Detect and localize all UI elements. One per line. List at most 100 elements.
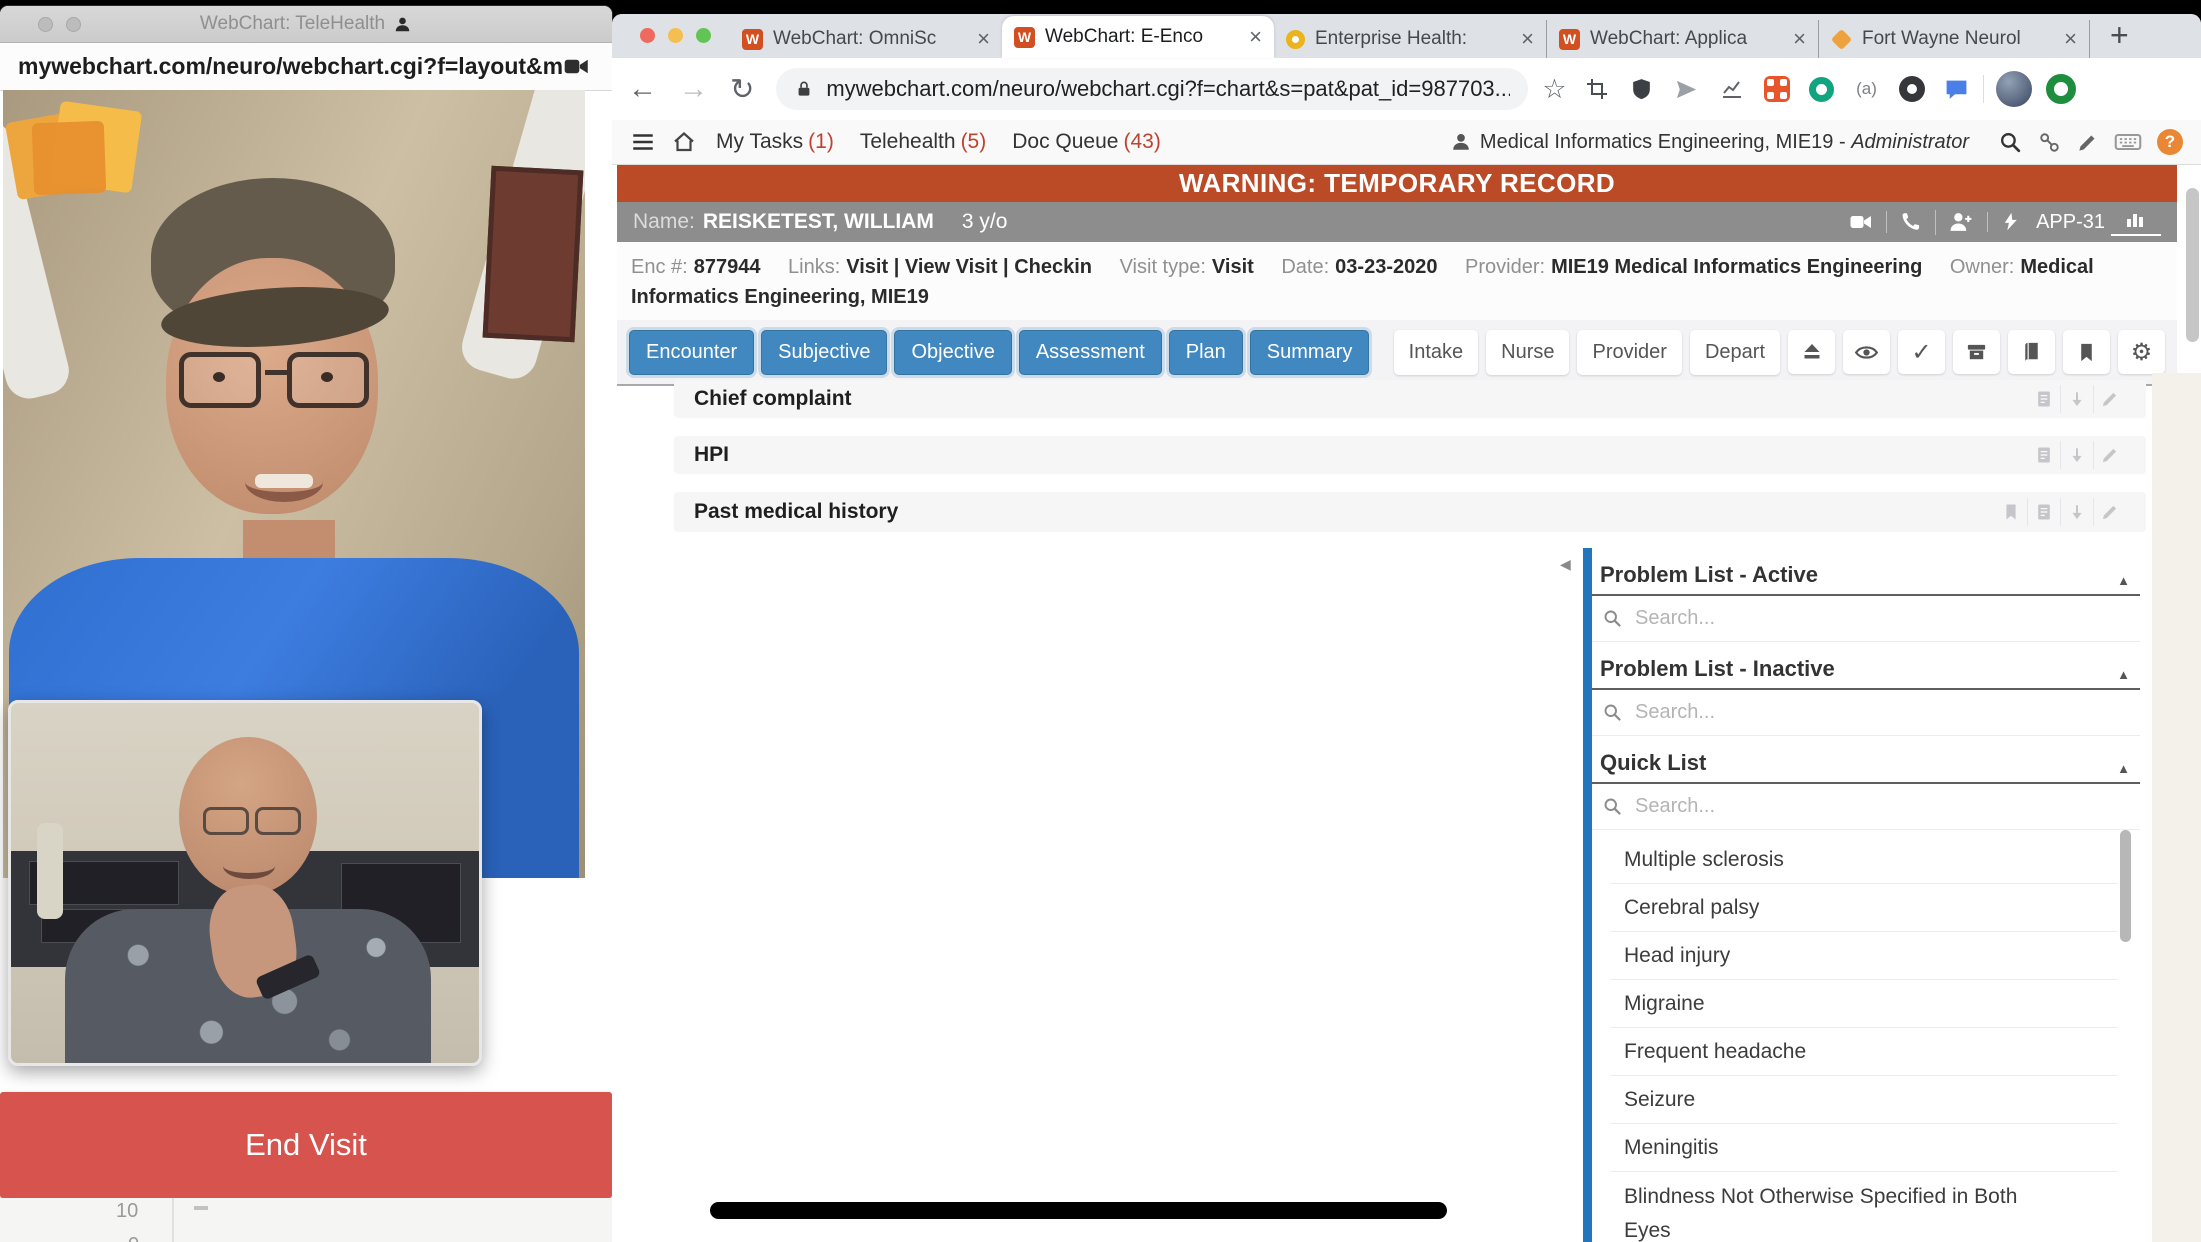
intake-button[interactable]: Intake	[1394, 330, 1478, 375]
chat-extension-icon[interactable]	[1943, 75, 1971, 103]
profile-avatar[interactable]	[1996, 71, 2032, 107]
camera-permission-icon[interactable]	[563, 53, 590, 80]
collapse-up-icon[interactable]: ▲	[2117, 761, 2130, 776]
tab-webchart-omniscope[interactable]: W WebChart: OmniSc ×	[730, 20, 1002, 58]
close-tab-icon[interactable]: ×	[1249, 24, 1262, 50]
parens-extension-icon[interactable]: (a)	[1853, 75, 1881, 103]
search-icon[interactable]	[1998, 130, 2023, 155]
nav-doc-queue[interactable]: Doc Queue(43)	[1012, 130, 1161, 154]
close-tab-icon[interactable]: ×	[2064, 26, 2077, 52]
tab-summary[interactable]: Summary	[1250, 330, 1370, 375]
ring-extension-icon[interactable]	[1808, 75, 1836, 103]
back-button[interactable]: ←	[628, 73, 657, 106]
depart-button[interactable]: Depart	[1690, 330, 1780, 375]
phone-icon[interactable]	[1886, 211, 1935, 233]
lightning-icon[interactable]	[1987, 212, 2034, 232]
close-tab-icon[interactable]: ×	[1793, 26, 1806, 52]
active-search-input[interactable]	[1633, 606, 2130, 631]
tab-plan[interactable]: Plan	[1169, 330, 1243, 375]
close-window-button[interactable]	[640, 28, 655, 43]
green-extension-icon[interactable]	[2046, 74, 2076, 104]
shield-extension-icon[interactable]	[1628, 75, 1656, 103]
tab-subjective[interactable]: Subjective	[761, 330, 887, 375]
end-visit-button[interactable]: End Visit	[0, 1092, 612, 1198]
grid-extension-icon[interactable]	[1763, 75, 1791, 103]
section-past-medical-history[interactable]: Past medical history	[674, 492, 2146, 532]
screenshot-extension-icon[interactable]	[1583, 75, 1611, 103]
minimize-window-button[interactable]	[668, 28, 683, 43]
group-problem-list-inactive[interactable]: Problem List - Inactive ▲	[1592, 642, 2140, 690]
dark-circle-extension-icon[interactable]	[1898, 75, 1926, 103]
reload-button[interactable]: ↻	[730, 72, 754, 106]
help-icon[interactable]: ?	[2157, 129, 2183, 155]
home-button[interactable]	[672, 130, 696, 154]
tab-objective[interactable]: Objective	[894, 330, 1011, 375]
nav-my-tasks[interactable]: My Tasks(1)	[716, 130, 834, 154]
download-icon[interactable]	[2060, 385, 2093, 413]
tab-encounter[interactable]: Encounter	[629, 330, 754, 375]
download-icon[interactable]	[2060, 441, 2093, 469]
settings-gears-button[interactable]: ⚙	[2118, 330, 2165, 374]
collapse-up-icon[interactable]: ▲	[2117, 573, 2130, 588]
invite-person-icon[interactable]	[1935, 210, 1987, 235]
list-item[interactable]: Meningitis	[1610, 1124, 2118, 1172]
video-visit-icon[interactable]	[1836, 210, 1886, 234]
window-control-dot[interactable]	[38, 17, 53, 32]
chart-extension-icon[interactable]	[1718, 75, 1746, 103]
link-icon[interactable]	[2038, 131, 2061, 154]
bookmark-star-icon[interactable]: ☆	[1542, 74, 1566, 105]
sign-off-check-button[interactable]: ✓	[1898, 330, 1945, 374]
edit-wand-icon[interactable]	[2076, 131, 2099, 154]
document-icon[interactable]	[2027, 498, 2060, 526]
group-quick-list[interactable]: Quick List ▲	[1592, 736, 2140, 784]
bookmark-icon[interactable]	[1995, 498, 2027, 526]
new-tab-button[interactable]: +	[2110, 17, 2129, 58]
list-item[interactable]: Migraine	[1610, 980, 2118, 1028]
close-tab-icon[interactable]: ×	[977, 26, 990, 52]
list-item[interactable]: Frequent headache	[1610, 1028, 2118, 1076]
quick-list-scrollbar[interactable]	[2120, 830, 2131, 942]
tab-webchart-e-encounter[interactable]: W WebChart: E-Enco ×	[1002, 16, 1274, 58]
provider-button[interactable]: Provider	[1577, 330, 1681, 375]
list-item[interactable]: Blindness Not Otherwise Specified in Bot…	[1610, 1172, 2118, 1242]
bookmark-button[interactable]	[2063, 330, 2110, 374]
document-icon[interactable]	[2028, 441, 2060, 469]
list-item[interactable]: Seizure	[1610, 1076, 2118, 1124]
tab-enterprise-health[interactable]: Enterprise Health: ×	[1274, 20, 1546, 58]
quick-list-search-input[interactable]	[1633, 794, 2130, 819]
collapse-up-icon[interactable]: ▲	[2117, 667, 2130, 682]
tab-fort-wayne-neurology[interactable]: Fort Wayne Neurol ×	[1818, 20, 2090, 58]
address-bar[interactable]: mywebchart.com/neuro/webchart.cgi?f=char…	[776, 68, 1528, 110]
archive-button[interactable]	[1953, 330, 2000, 374]
edit-pencil-icon[interactable]	[2093, 498, 2126, 526]
edit-pencil-icon[interactable]	[2093, 441, 2126, 469]
eject-button[interactable]	[1788, 330, 1835, 374]
field-value[interactable]: Visit | View Visit | Checkin	[846, 256, 1092, 278]
collapse-panel-icon[interactable]: ◀	[1560, 556, 1571, 573]
window-control-dot[interactable]	[66, 17, 81, 32]
section-hpi[interactable]: HPI	[674, 436, 2146, 474]
browser-scrollbar[interactable]	[2186, 188, 2199, 342]
vitals-chart-icon[interactable]	[2111, 208, 2161, 236]
document-icon[interactable]	[2028, 385, 2060, 413]
keyboard-icon[interactable]	[2114, 128, 2142, 156]
group-problem-list-active[interactable]: Problem List - Active ▲	[1592, 548, 2140, 596]
menu-button[interactable]	[630, 129, 656, 155]
preview-eye-button[interactable]	[1843, 330, 1890, 374]
forward-button[interactable]: →	[679, 73, 708, 106]
documents-book-button[interactable]	[2008, 330, 2055, 374]
zoom-window-button[interactable]	[696, 28, 711, 43]
list-item[interactable]: Head injury	[1610, 932, 2118, 980]
download-icon[interactable]	[2060, 498, 2093, 526]
close-tab-icon[interactable]: ×	[1521, 26, 1534, 52]
tab-webchart-application[interactable]: W WebChart: Applica ×	[1546, 20, 1818, 58]
telehealth-url-bar[interactable]: mywebchart.com/neuro/webchart.cgi?f=layo…	[0, 43, 612, 91]
section-chief-complaint[interactable]: Chief complaint	[674, 380, 2146, 418]
edit-pencil-icon[interactable]	[2093, 385, 2126, 413]
tab-assessment[interactable]: Assessment	[1019, 330, 1162, 375]
list-item[interactable]: Cerebral palsy	[1610, 884, 2118, 932]
list-item[interactable]: Multiple sclerosis	[1610, 836, 2118, 884]
send-extension-icon[interactable]	[1673, 75, 1701, 103]
nav-telehealth[interactable]: Telehealth(5)	[860, 130, 986, 154]
inactive-search-input[interactable]	[1633, 700, 2130, 725]
